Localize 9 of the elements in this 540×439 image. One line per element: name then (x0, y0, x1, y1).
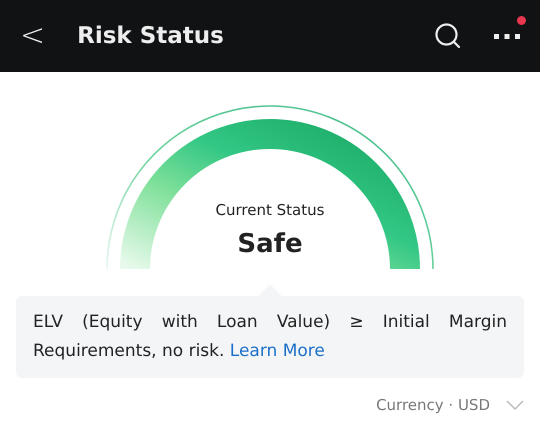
status-value: Safe (237, 229, 303, 259)
currency-selector[interactable]: Currency · USD (376, 394, 490, 416)
info-text: ELV (Equity with Loan Value) ≥ Initial Margin Requirements, no risk. Learn More (33, 311, 507, 363)
back-button[interactable]: < (16, 21, 50, 51)
learn-more-link[interactable]: Learn More (230, 341, 325, 361)
more-icon[interactable] (494, 32, 520, 41)
page-title: Risk Status (77, 22, 224, 51)
search-icon[interactable] (434, 22, 462, 50)
gauge-label: Current Status (216, 201, 324, 219)
